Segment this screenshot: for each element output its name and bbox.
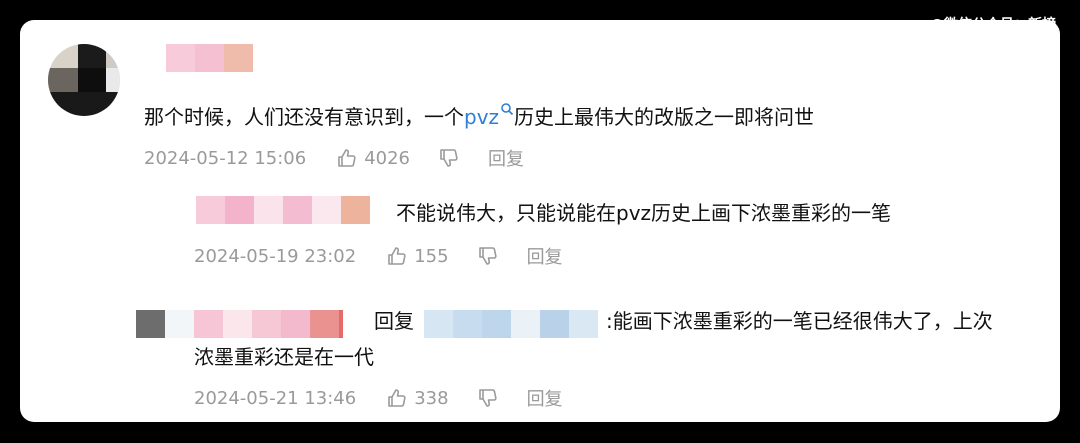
reply1-username-mosaic[interactable] <box>196 196 370 224</box>
reply1-text: 不能说伟大，只能说能在pvz历史上画下浓墨重彩的一笔 <box>396 201 892 225</box>
search-icon <box>501 103 514 116</box>
reply1-reply-button[interactable]: 回复 <box>527 243 563 269</box>
thumbs-down-icon <box>440 149 458 167</box>
reply2-text-line2: 浓墨重彩还是在一代 <box>194 345 374 369</box>
avatar[interactable] <box>48 44 120 116</box>
reply1-like-count: 155 <box>414 245 449 267</box>
reply2-reply-button[interactable]: 回复 <box>527 385 563 411</box>
reply1-dislike-button[interactable] <box>477 245 499 267</box>
dislike-button[interactable] <box>438 147 460 169</box>
like-button[interactable]: 4026 <box>336 147 410 169</box>
thumbs-up-icon <box>388 389 406 407</box>
reply-button[interactable]: 回复 <box>488 145 524 171</box>
reply2-dislike-button[interactable] <box>477 387 499 409</box>
username-mosaic[interactable] <box>166 44 253 72</box>
pvz-link[interactable]: pvz <box>464 103 514 129</box>
comment-meta: 2024-05-12 15:06 4026 回复 <box>144 144 524 172</box>
reply1-like-button[interactable]: 155 <box>386 245 449 267</box>
reply1-meta: 2024-05-19 23:02 155 回复 <box>194 242 563 270</box>
comment-time: 2024-05-12 15:06 <box>144 147 307 169</box>
reply2-like-count: 338 <box>414 387 449 409</box>
like-count: 4026 <box>364 147 411 169</box>
thumbs-up-icon <box>388 247 406 265</box>
reply2-meta: 2024-05-21 13:46 338 回复 <box>194 384 563 412</box>
thumbs-down-icon <box>478 389 497 407</box>
reply1-time: 2024-05-19 23:02 <box>194 245 357 267</box>
comment-text: 那个时候，人们还没有意识到，一个pvz 历史上最伟大的改版之一即将问世 <box>144 102 814 132</box>
reply2-username-mosaic[interactable] <box>136 310 343 338</box>
reply2-time: 2024-05-21 13:46 <box>194 387 357 409</box>
thumbs-up-icon <box>338 149 356 167</box>
reply2-text-line1: :能画下浓墨重彩的一笔已经很伟大了，上次 <box>606 309 993 333</box>
thumbs-down-icon <box>478 247 497 265</box>
reply2-reply-word: 回复 <box>374 309 414 333</box>
comment-card: 那个时候，人们还没有意识到，一个pvz 历史上最伟大的改版之一即将问世 2024-… <box>20 20 1060 422</box>
reply2-target-mosaic[interactable] <box>424 310 598 338</box>
reply2-like-button[interactable]: 338 <box>386 387 449 409</box>
